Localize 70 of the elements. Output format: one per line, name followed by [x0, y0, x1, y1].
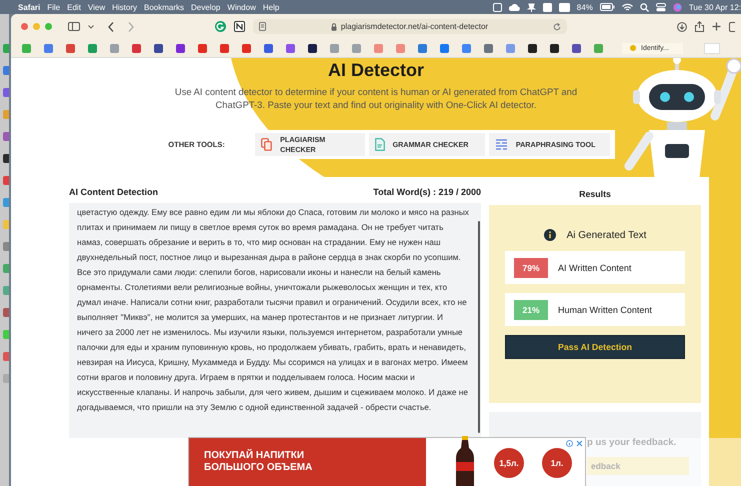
download-icon[interactable]	[677, 22, 687, 32]
close-icon[interactable]	[576, 440, 583, 447]
word-count: Total Word(s) : 219 / 2000	[373, 187, 481, 197]
sidebar-icon[interactable]	[68, 22, 80, 31]
extension-icon[interactable]	[234, 21, 245, 32]
app-icon[interactable]	[3, 308, 9, 317]
size-badge: 1,5л.	[494, 448, 524, 478]
battery-level: 84%	[576, 2, 593, 12]
orb-icon[interactable]	[672, 2, 682, 12]
ad-headline: ПОКУПАЙ НАПИТКИ БОЛЬШОГО ОБЪЕМА	[204, 450, 314, 474]
bookmark-icon[interactable]	[154, 44, 163, 52]
new-tab-icon[interactable]	[712, 22, 721, 31]
menu-item[interactable]: Help	[262, 2, 280, 12]
bookmark-icon[interactable]	[308, 44, 317, 52]
app-icon[interactable]	[3, 132, 9, 141]
lines-icon	[494, 139, 508, 150]
menu-item[interactable]: File	[47, 2, 60, 12]
menu-item[interactable]: Edit	[67, 2, 81, 12]
reload-icon[interactable]	[553, 22, 561, 30]
bookmark-icon[interactable]	[550, 44, 559, 52]
cloud-icon[interactable]	[508, 2, 520, 12]
scrollbar[interactable]	[478, 221, 480, 433]
clock[interactable]: Tue 30 Apr 12:	[688, 2, 741, 12]
chevron-down-icon[interactable]	[88, 24, 94, 28]
menu-item[interactable]: Window	[227, 2, 256, 12]
page-title: AI Detector	[328, 60, 424, 81]
app-icon[interactable]	[3, 154, 9, 163]
text-area[interactable]: цветастую одежду. Ему все равно едим ли мы яблоки до Спаса, готовим ли молоко и мясо на разных плитах и принимаем ли пищу в светлое время суток во время рамадана. Он не требует читать намаз, совершать обрезание и верить в то, что мир основан на страдании. Ему не нужен наш двухнедельный пост, постное лицо и вырезанная дыра в районе сердца в знак скорби по усопшим. Все это придумали сами люди: слепили богов, нарисовали иконы и нанесли на белый камень орнаменты. Столетиями вели религиозные войны, уничтожали рыжеволосых женщин и тех, кто думал иначе. Написали сотни книг, разработали тысячи правил и ограничений. Осудили всех, кто не выполняет "Миквэ", не молится за умерших, на манер протестантов и не признает литургии. И ничего за 2000 лет не изменилось. Мы изучили языки, пользуемся интернетом, разработали умные палочки для еды и храним пуповинную кровь, но продолжаем убивать, грабить, врать и ненавидеть, невзирая на Иисуса, Кришну, Мухаммеда и Будду. Мы ссоримся на улицах и в вагонах метро. Имеем сотни врагов и половину друга. Играем в прятки и подделываем голоса. Носим маски и искусственные клапаны. И напрочь забыли, для чего живем, дышим и сцеживаем молоко. И даже не догадываемся, что пришли на эту Землю с одной единственной задачей - обрести счастье.	[69, 203, 481, 438]
menu-item[interactable]: View	[88, 2, 106, 12]
bottle-drawing	[454, 436, 476, 486]
verdict-text: Ai Generated Text	[566, 230, 646, 240]
square-icon[interactable]	[558, 2, 570, 12]
size-badge: 1л.	[542, 448, 572, 478]
url-text: plagiarismdetector.net/ai-content-detector	[340, 22, 488, 31]
score-label: AI Written Content	[558, 262, 632, 272]
tabs-icon[interactable]	[729, 22, 735, 32]
square-icon[interactable]	[542, 2, 552, 12]
pass-detection-button[interactable]: Pass AI Detection	[505, 335, 685, 359]
back-icon[interactable]	[108, 22, 114, 32]
percent-badge: 79%	[514, 258, 548, 278]
ad-banner[interactable]: ПОКУПАЙ НАПИТКИ БОЛЬШОГО ОБЪЕМА 1,5л. 1л.	[188, 437, 586, 486]
search-icon[interactable]	[640, 2, 649, 12]
feedback-text: p us your feedback.	[587, 437, 678, 448]
copy-icon	[261, 138, 272, 151]
forward-icon[interactable]	[128, 22, 134, 32]
document-icon	[374, 138, 385, 151]
page-icon	[259, 22, 266, 31]
address-bar[interactable]: plagiarismdetector.net/ai-content-detector	[253, 19, 567, 34]
percent-badge: 21%	[514, 300, 548, 320]
menu-item[interactable]: Bookmarks	[144, 2, 184, 12]
section-heading: AI Content Detection	[69, 187, 158, 197]
wifi-icon[interactable]	[622, 2, 633, 12]
menu-item[interactable]: History	[112, 2, 138, 12]
app-icon[interactable]	[3, 88, 9, 97]
zoom-button[interactable]	[45, 23, 52, 30]
results-heading: Results	[578, 188, 612, 201]
tab-icon	[630, 45, 636, 51]
share-icon[interactable]	[695, 21, 704, 32]
toggle-icon[interactable]	[656, 2, 666, 12]
square-icon[interactable]	[492, 2, 502, 12]
menu-item[interactable]: Develop	[191, 2, 220, 12]
bookmark-icon[interactable]	[528, 44, 537, 52]
lock-icon	[330, 22, 337, 30]
pin-icon[interactable]	[526, 2, 536, 12]
info-icon	[544, 229, 556, 241]
score-label: Human Written Content	[558, 304, 652, 314]
info-icon[interactable]	[566, 440, 573, 447]
battery-icon[interactable]	[600, 3, 615, 11]
menu-item[interactable]: Safari	[18, 2, 40, 12]
close-button[interactable]	[21, 23, 28, 30]
